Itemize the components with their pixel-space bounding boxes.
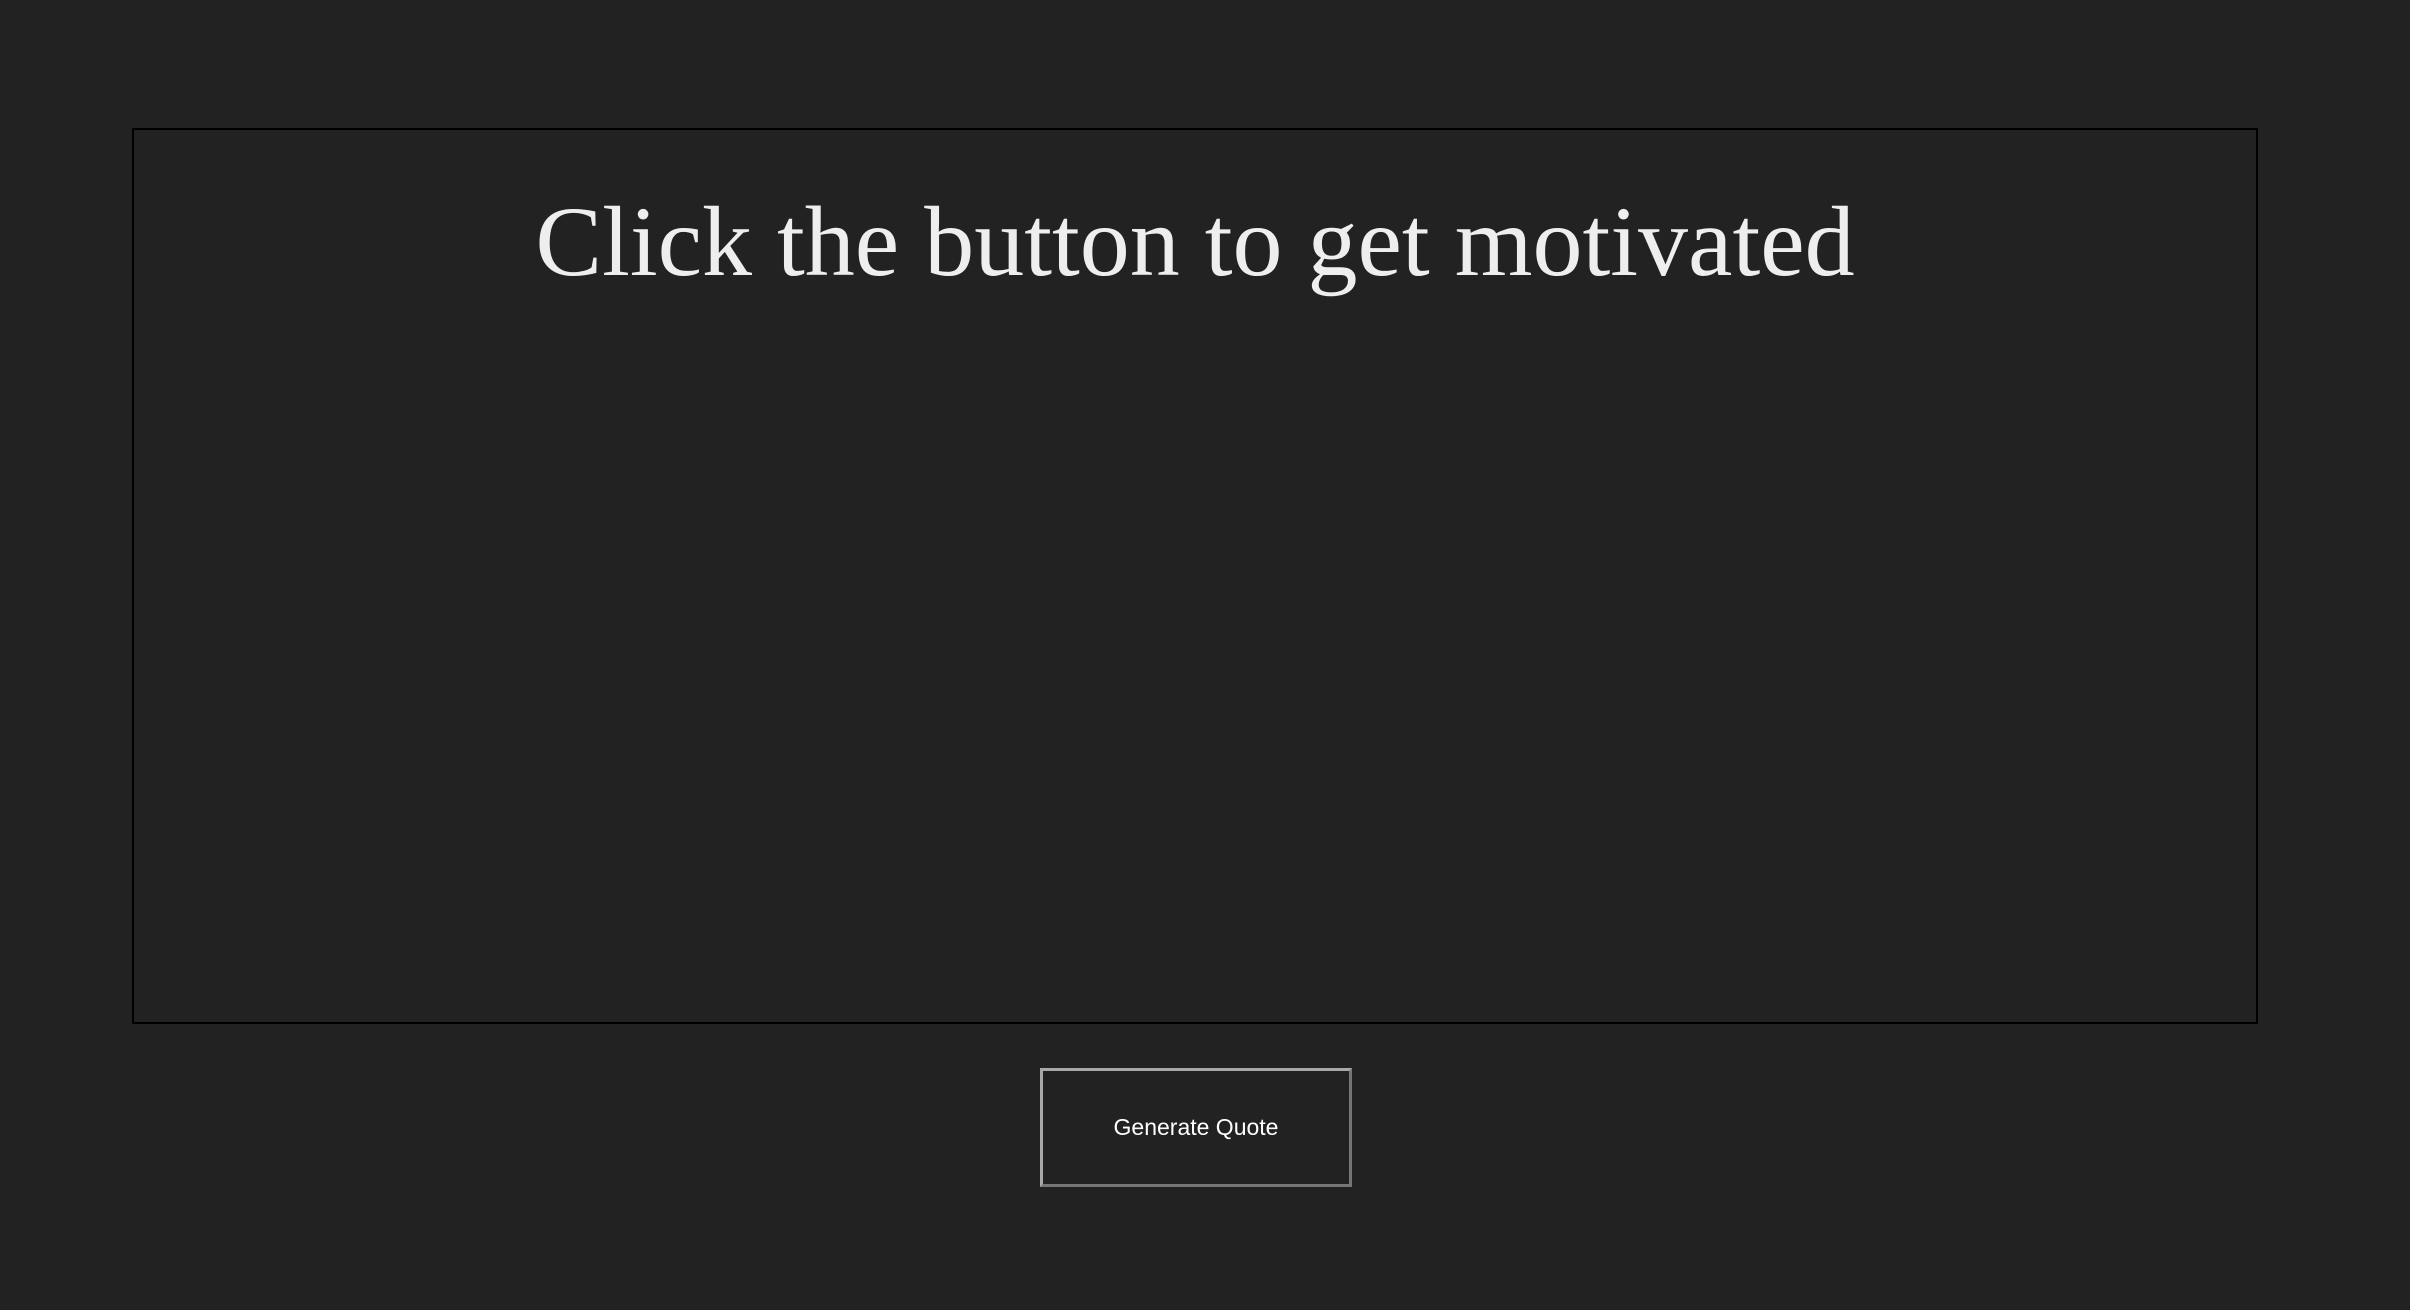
generate-quote-button[interactable]: Generate Quote	[1040, 1068, 1352, 1187]
quote-box: Click the button to get motivated	[132, 128, 2258, 1024]
generate-quote-button-label: Generate Quote	[1113, 1114, 1279, 1140]
page: Click the button to get motivated Genera…	[0, 0, 2410, 1310]
quote-text: Click the button to get motivated	[535, 186, 1855, 297]
